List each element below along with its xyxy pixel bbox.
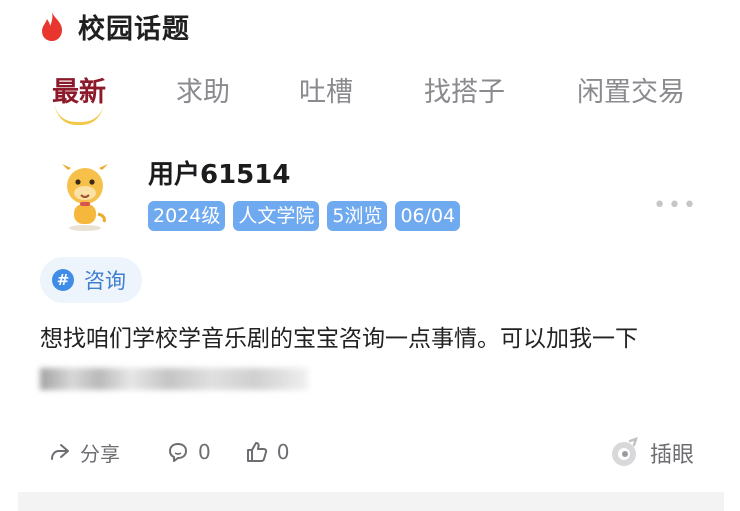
more-options-icon[interactable]: ••• [653,193,698,218]
redacted-text [40,368,308,390]
topic-chip[interactable]: # 咨询 [40,257,142,303]
share-button[interactable]: 分享 [48,438,120,467]
post-actions: 分享 0 0 [48,435,289,469]
post-meta-tags: 2024级 人文学院 5浏览 06/04 [148,201,461,231]
tab-complain[interactable]: 吐槽 [299,70,353,109]
college-tag: 人文学院 [233,201,320,231]
tab-find-buddy[interactable]: 找搭子 [424,70,505,109]
topic-label: 咨询 [84,269,126,293]
bookmark-eye-button[interactable]: 插眼 [608,435,694,471]
section-divider [18,492,724,511]
share-icon [51,444,69,460]
avatar[interactable] [54,160,116,232]
username[interactable]: 用户61514 [148,154,290,191]
cha-yan-label: 插眼 [649,443,694,468]
comment-icon [169,443,187,462]
thumbs-up-icon [246,442,267,462]
grade-tag: 2024级 [148,201,226,231]
like-button[interactable]: 0 [245,440,290,464]
post-card[interactable]: 用户61514 2024级 人文学院 5浏览 06/04 ••• # 咨询 想找… [18,130,724,482]
views-tag: 5浏览 [327,201,388,231]
page-header: 校园话题 [38,8,190,45]
eye-marker-icon [611,437,638,466]
hashtag-icon: # [52,269,74,291]
active-tab-indicator [55,104,103,125]
topic-tabs: 最新 求助 吐槽 找搭子 闲置交易 [0,64,740,116]
post-content: 想找咱们学校学音乐剧的宝宝咨询一点事情。可以加我一下 [40,326,638,352]
comment-count: 0 [198,440,211,464]
tab-second-hand[interactable]: 闲置交易 [577,70,685,109]
date-tag: 06/04 [395,201,461,231]
flame-icon [42,12,62,41]
share-label: 分享 [80,441,120,466]
like-count: 0 [276,440,290,464]
page-title: 校园话题 [78,13,190,45]
comment-button[interactable]: 0 [166,440,211,464]
tab-help[interactable]: 求助 [176,70,230,109]
